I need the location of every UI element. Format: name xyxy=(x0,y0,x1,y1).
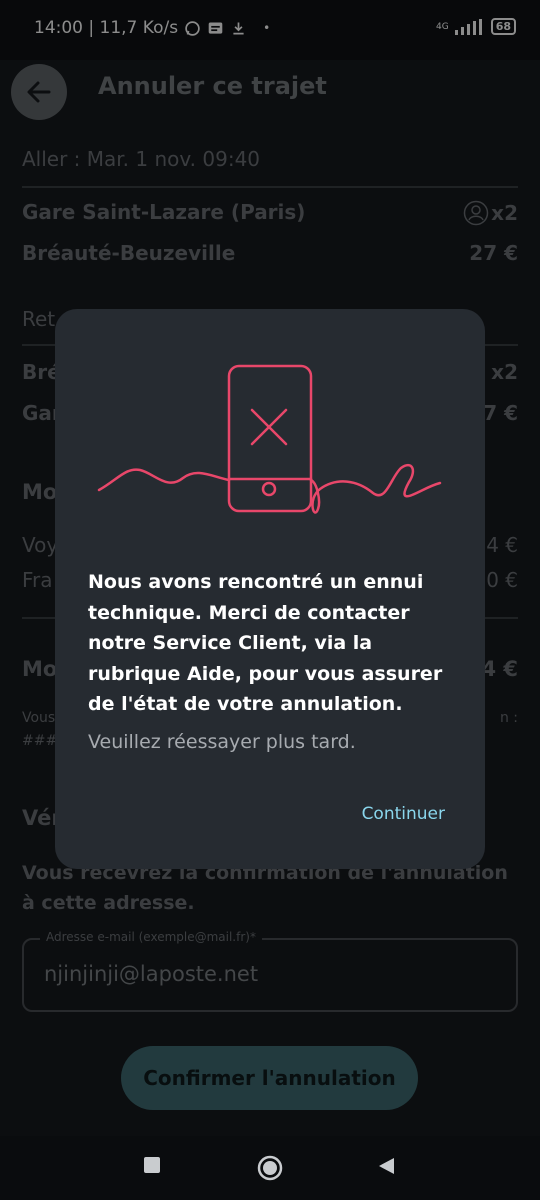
back-nav-icon[interactable] xyxy=(376,1156,396,1176)
dialog-message: Nous avons rencontré un ennui technique.… xyxy=(88,571,443,715)
continue-button[interactable]: Continuer xyxy=(362,804,445,824)
recents-icon[interactable] xyxy=(143,1156,161,1174)
phone-error-illustration xyxy=(97,364,442,514)
home-icon[interactable] xyxy=(256,1154,284,1182)
dialog-subtext: Veuillez réessayer plus tard. xyxy=(88,731,356,753)
error-dialog: Nous avons rencontré un ennui technique.… xyxy=(55,309,485,869)
system-nav-bar xyxy=(0,1136,540,1200)
